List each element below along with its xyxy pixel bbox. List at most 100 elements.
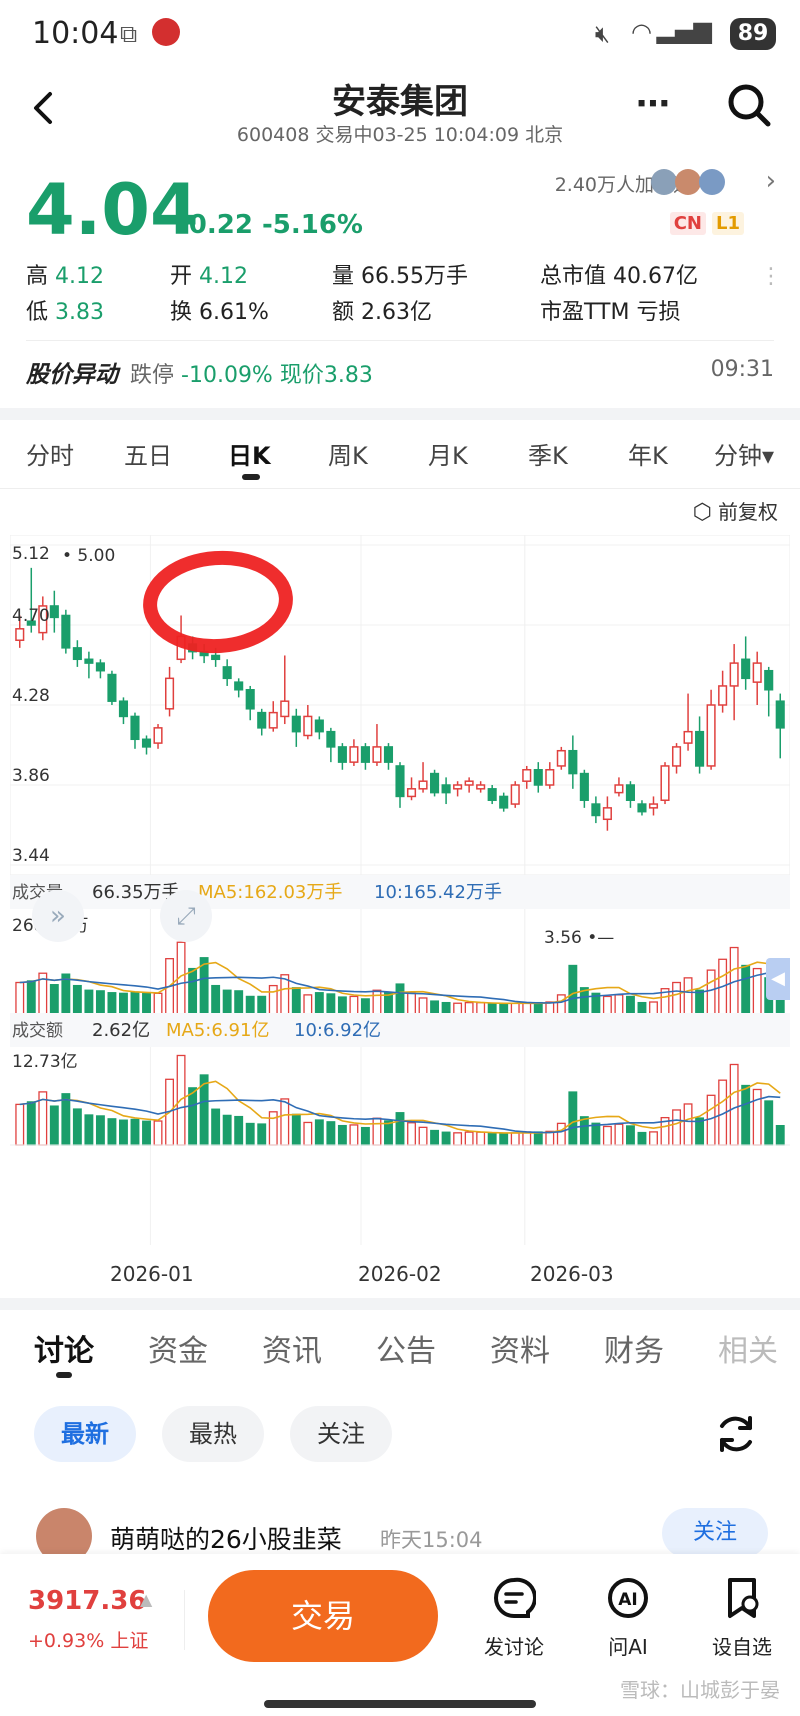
volume-bar	[130, 991, 140, 1016]
divider	[184, 1590, 185, 1650]
tab-period-weekly[interactable]: 周K	[328, 436, 368, 471]
alert-time: 09:31	[710, 357, 774, 382]
tab-news[interactable]: 资讯	[262, 1326, 322, 1370]
candle-body	[533, 769, 543, 786]
filter-latest[interactable]: 最新	[34, 1406, 136, 1462]
candle-body	[487, 788, 497, 801]
stat-pe-ttm: 市盈TTM 亏损	[540, 300, 681, 325]
amount-bar	[464, 1131, 474, 1146]
amount-bar	[764, 1100, 774, 1146]
price-axis-label: 4.28	[12, 686, 50, 706]
tab-discussion[interactable]: 讨论	[34, 1326, 94, 1370]
tab-period-daily[interactable]: 日K	[228, 436, 271, 471]
adjust-toggle[interactable]: ⬡ 前复权	[693, 496, 778, 525]
candle-body	[107, 673, 117, 702]
amount-bar	[499, 1133, 509, 1146]
stat-market-cap: 总市值 40.67亿	[540, 264, 698, 289]
amount-bar	[188, 1087, 198, 1146]
tab-profile[interactable]: 资料	[490, 1326, 550, 1370]
amount-bar	[303, 1121, 313, 1146]
candle-body	[372, 746, 382, 763]
tab-related[interactable]: 相关	[718, 1326, 778, 1370]
app-notification-icon: ⧉	[120, 20, 138, 48]
index-value[interactable]: 3917.36	[28, 1586, 146, 1616]
tab-financials[interactable]: 财务	[604, 1326, 664, 1370]
candle-body	[303, 715, 313, 737]
search-icon[interactable]	[726, 82, 772, 128]
candle-body	[326, 730, 336, 748]
amount-bar	[280, 1098, 290, 1146]
expand-dots-icon[interactable]: ⋮	[760, 266, 782, 288]
stock-code-status: 600408 交易中03-25 10:04:09 北京	[236, 124, 564, 146]
candle-body	[671, 746, 682, 767]
x-axis-date: 2026-01	[110, 1262, 194, 1286]
fullscreen-button[interactable]: ⤢	[160, 890, 212, 942]
volume-bar	[257, 995, 267, 1016]
tab-period-monthly[interactable]: 月K	[428, 436, 468, 471]
candle-body	[395, 765, 405, 798]
amount-bar	[418, 1126, 428, 1146]
volume-bar	[568, 964, 578, 1016]
volume-bar	[119, 992, 128, 1016]
amount-bar	[487, 1132, 497, 1146]
candle-body	[602, 807, 612, 821]
candle-body	[118, 700, 129, 718]
tab-period-quarterly[interactable]: 季K	[528, 436, 568, 471]
amount-bar	[614, 1123, 624, 1146]
amount-bar	[752, 1088, 762, 1146]
chevron-right-icon[interactable]: ›	[766, 166, 776, 196]
add-watchlist-button[interactable]: 设自选	[692, 1576, 792, 1660]
amount-label: 成交额	[12, 1021, 63, 1041]
high-annotation: • 5.00	[62, 546, 115, 566]
candle-body	[741, 658, 751, 680]
amount-bar	[130, 1118, 140, 1146]
tab-period-intraday[interactable]: 分时	[26, 436, 74, 471]
amount-bar	[291, 1113, 301, 1146]
tab-capital[interactable]: 资金	[148, 1326, 208, 1370]
amount-bar	[26, 1101, 36, 1146]
amount-bar	[84, 1114, 94, 1146]
trade-button[interactable]: 交易	[208, 1570, 438, 1662]
tab-period-minute-dropdown[interactable]: 分钟▾	[714, 436, 774, 471]
candle-body	[383, 746, 394, 763]
candle-body	[164, 677, 175, 710]
volume-bar	[741, 964, 751, 1016]
candle-body	[130, 715, 140, 741]
volume-bar	[602, 995, 612, 1016]
candle-body	[464, 780, 474, 786]
volume-bar	[395, 983, 405, 1016]
tab-period-yearly[interactable]: 年K	[628, 436, 668, 471]
post-username[interactable]: 萌萌哒的26小股韭菜	[110, 1520, 342, 1556]
tab-announcements[interactable]: 公告	[376, 1326, 436, 1370]
post-discussion-button[interactable]: 发讨论	[464, 1576, 564, 1660]
amount-bar	[545, 1130, 555, 1146]
price-alert[interactable]: 股价异动 跌停 -10.09% 现价3.83	[26, 355, 373, 389]
fast-forward-button[interactable]: »	[32, 890, 84, 942]
candle-body	[360, 746, 370, 763]
more-menu-icon[interactable]: ⋯	[636, 84, 670, 124]
candle-body	[568, 749, 578, 775]
filter-following[interactable]: 关注	[290, 1406, 392, 1462]
amount-bar	[568, 1091, 578, 1146]
kline-chart[interactable]: 成交量66.35万手MA5:162.03万手10:165.42万手268.57万…	[10, 535, 790, 1263]
tab-period-5day[interactable]: 五日	[124, 436, 172, 471]
collapse-panel-button[interactable]: ◀	[766, 958, 790, 1000]
candle-body	[234, 681, 244, 691]
price-axis-label: 4.70	[12, 606, 50, 626]
index-up-arrow-icon: ▲	[140, 1590, 153, 1609]
divider	[26, 340, 774, 341]
candle-body	[257, 711, 267, 729]
home-indicator[interactable]	[264, 1700, 536, 1708]
filter-hot[interactable]: 最热	[162, 1406, 264, 1462]
settings-hex-icon: ⬡	[692, 500, 712, 525]
refresh-icon[interactable]	[712, 1410, 760, 1458]
amount-bar	[384, 1120, 393, 1146]
wifi-icon: ◠	[631, 18, 652, 46]
price-axis-label: 3.44	[12, 846, 50, 866]
amount-bar	[337, 1124, 347, 1146]
amount-bar	[314, 1119, 324, 1146]
index-change[interactable]: +0.93% 上证	[28, 1626, 148, 1653]
ask-ai-button[interactable]: AI 问AI	[578, 1576, 678, 1660]
candle-body	[268, 711, 278, 729]
follow-button[interactable]: 关注	[662, 1508, 768, 1558]
